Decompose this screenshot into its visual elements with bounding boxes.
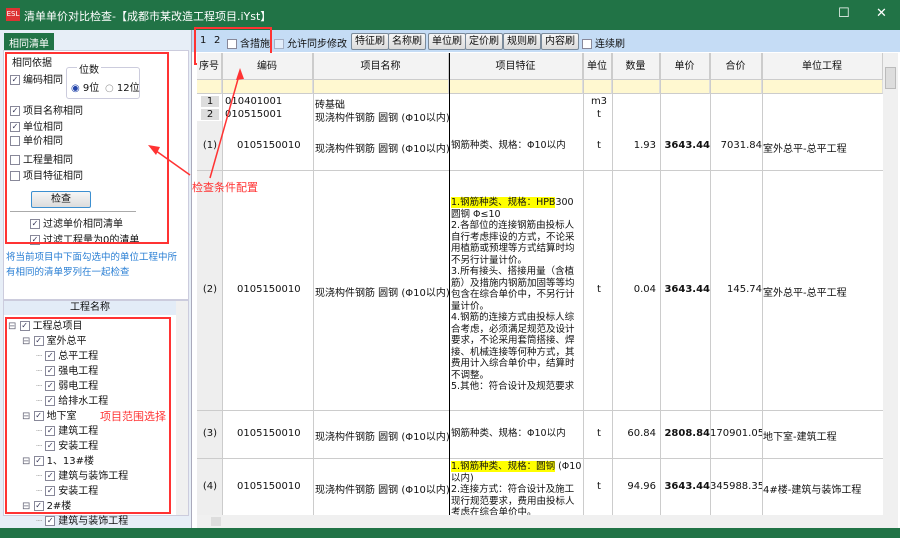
checkbox-icon[interactable] <box>274 39 284 49</box>
scope-note: 将当前项目中下面勾选中的单位工程中所有相同的清单罗列在一起检查 <box>6 252 178 278</box>
feature-brush-button[interactable]: 特征刷 <box>351 33 389 50</box>
row-price: 3643.44 <box>664 480 710 492</box>
group-seq: 1 <box>201 96 219 107</box>
status-bar <box>0 528 900 538</box>
scope-annotation: 项目范围选择 <box>100 410 166 423</box>
window-title: 清单单价对比检查-【成都市某改造工程项目.iYst】 <box>24 10 272 23</box>
group-seq: 2 <box>201 109 219 120</box>
tree-header: 工程名称 <box>4 301 176 315</box>
feature-text: 钢筋种类、规格：Φ10以内 <box>451 428 566 439</box>
filter-cell[interactable] <box>710 80 762 94</box>
row-feature: 钢筋种类、规格：Φ10以内 <box>451 428 583 440</box>
continuous-label: 连续刷 <box>595 39 625 50</box>
column-header[interactable]: 单位工程 <box>762 53 883 80</box>
checkbox-icon[interactable] <box>582 39 592 49</box>
feature-text: 300圆钢 Φ≤10 2.各部位的连接钢筋由投标人自行考虑摔设的方式，不论采用植… <box>451 197 575 392</box>
row-project: 室外总平-总平工程 <box>763 143 847 155</box>
row-total: 7031.84 <box>720 139 762 151</box>
checkbox-icon[interactable]: ✓ <box>45 516 56 526</box>
tree-scrollbar[interactable] <box>176 301 188 515</box>
column-header[interactable]: 单位 <box>583 53 612 80</box>
row-name: 现浇构件钢筋 圆钢 (Φ10以内) <box>315 143 449 155</box>
allow-sync-label: 允许同步修改 <box>287 39 347 50</box>
close-button[interactable]: ✕ <box>876 6 887 21</box>
continuous-brush[interactable]: 连续刷 <box>582 35 625 50</box>
tree-item[interactable]: ┈ ✓ 建筑与装饰工程 <box>36 512 128 527</box>
row-unit: t <box>597 284 601 295</box>
row-project: 室外总平-总平工程 <box>763 288 847 299</box>
group-code: 010515001 <box>225 109 283 120</box>
title-bar: ESL 清单单价对比检查-【成都市某改造工程项目.iYst】 ☐ ✕ <box>0 0 900 30</box>
filter-cell[interactable] <box>583 80 612 94</box>
row-unit: t <box>597 480 601 492</box>
tree-item-label: 建筑与装饰工程 <box>58 516 129 527</box>
column-header[interactable]: 编码 <box>222 53 313 80</box>
row-total: 170901.05 <box>710 428 762 439</box>
column-header[interactable]: 数量 <box>612 53 660 80</box>
app-icon: ESL <box>6 8 20 21</box>
row-price: 3643.44 <box>664 284 710 295</box>
name-brush-button[interactable]: 名称刷 <box>388 33 426 50</box>
content-brush-button[interactable]: 内容刷 <box>541 33 579 50</box>
row-code: 0105150010 <box>237 480 301 492</box>
row-qty: 1.93 <box>633 139 656 151</box>
row-unit: t <box>597 428 601 439</box>
unit-brush-button[interactable]: 单位刷 <box>428 33 466 50</box>
row-seq: (2) <box>202 284 218 295</box>
row-code: 0105150010 <box>237 139 301 151</box>
toolbar: 1 2 含措施 允许同步修改 特征刷 名称刷 单位刷 定价刷 规则刷 内容刷 连… <box>192 30 900 52</box>
row-code: 0105150010 <box>237 284 301 295</box>
row-seq: (3) <box>202 428 218 439</box>
group-name: 现浇构件钢筋 圆钢 (Φ10以内) <box>315 113 449 124</box>
filter-cell[interactable] <box>222 80 313 94</box>
column-header[interactable]: 项目名称 <box>313 53 449 80</box>
row-feature: 1.钢筋种类、规格：HPB300圆钢 Φ≤10 2.各部位的连接钢筋由投标人自行… <box>451 197 583 393</box>
price-brush-button[interactable]: 定价刷 <box>465 33 503 50</box>
group-unit: m3 <box>590 96 608 107</box>
filter-cell[interactable] <box>197 80 222 94</box>
row-qty: 94.96 <box>627 480 656 492</box>
filter-cell[interactable] <box>612 80 660 94</box>
row-seq: (1) <box>202 139 218 151</box>
row-unit: t <box>597 139 601 151</box>
rule-brush-button[interactable]: 规则刷 <box>503 33 541 50</box>
vertical-scrollbar[interactable] <box>883 53 898 515</box>
column-header[interactable]: 单价 <box>660 53 710 80</box>
row-project: 4#楼-建筑与装饰工程 <box>763 484 862 496</box>
row-total: 345988.35 <box>710 480 762 492</box>
row-name: 现浇构件钢筋 圆钢 (Φ10以内) <box>315 484 449 496</box>
filter-cell[interactable] <box>762 80 883 94</box>
row-name: 现浇构件钢筋 圆钢 (Φ10以内) <box>315 288 449 299</box>
criteria-highlight-box <box>5 52 169 244</box>
row-qty: 0.04 <box>633 284 656 295</box>
group-unit: t <box>597 109 601 120</box>
row-feature: 1.钢筋种类、规格：圆钢 (Φ10以内) 2.连接方式：符合设计及施工现行规范要… <box>451 461 583 519</box>
config-annotation: 检查条件配置 <box>192 181 258 194</box>
feature-text: 钢筋种类、规格：Φ10以内 <box>451 139 566 151</box>
allow-sync[interactable]: 允许同步修改 <box>274 35 347 50</box>
row-qty: 60.84 <box>627 428 656 439</box>
row-project: 地下室-建筑工程 <box>763 432 837 443</box>
filter-cell[interactable] <box>660 80 710 94</box>
filter-cell[interactable] <box>313 80 449 94</box>
row-price: 2808.84 <box>664 428 710 439</box>
group-code: 010401001 <box>225 96 283 107</box>
horizontal-scrollbar[interactable] <box>197 515 898 528</box>
maximize-button[interactable]: ☐ <box>838 6 850 21</box>
row-seq: (4) <box>202 480 218 492</box>
filter-cell[interactable] <box>449 80 583 94</box>
column-header[interactable]: 合价 <box>710 53 762 80</box>
row-price: 3643.44 <box>664 139 710 151</box>
column-header[interactable]: 序号 <box>197 53 222 80</box>
feature-highlight: 1.钢筋种类、规格：HPB <box>451 197 556 208</box>
row-total: 145.74 <box>727 284 762 295</box>
feature-highlight: 1.钢筋种类、规格：圆钢 <box>451 461 556 472</box>
row-code: 0105150010 <box>237 428 301 439</box>
comparison-grid: 序号 编码 项目名称 项目特征 单位 数量 单价 合价 单位工程 1 010401001 砖基础 m3… <box>197 53 883 518</box>
column-header[interactable]: 项目特征 <box>449 53 583 80</box>
row-feature: 钢筋种类、规格：Φ10以内 <box>451 140 583 152</box>
row-name: 现浇构件钢筋 圆钢 (Φ10以内) <box>315 432 449 443</box>
